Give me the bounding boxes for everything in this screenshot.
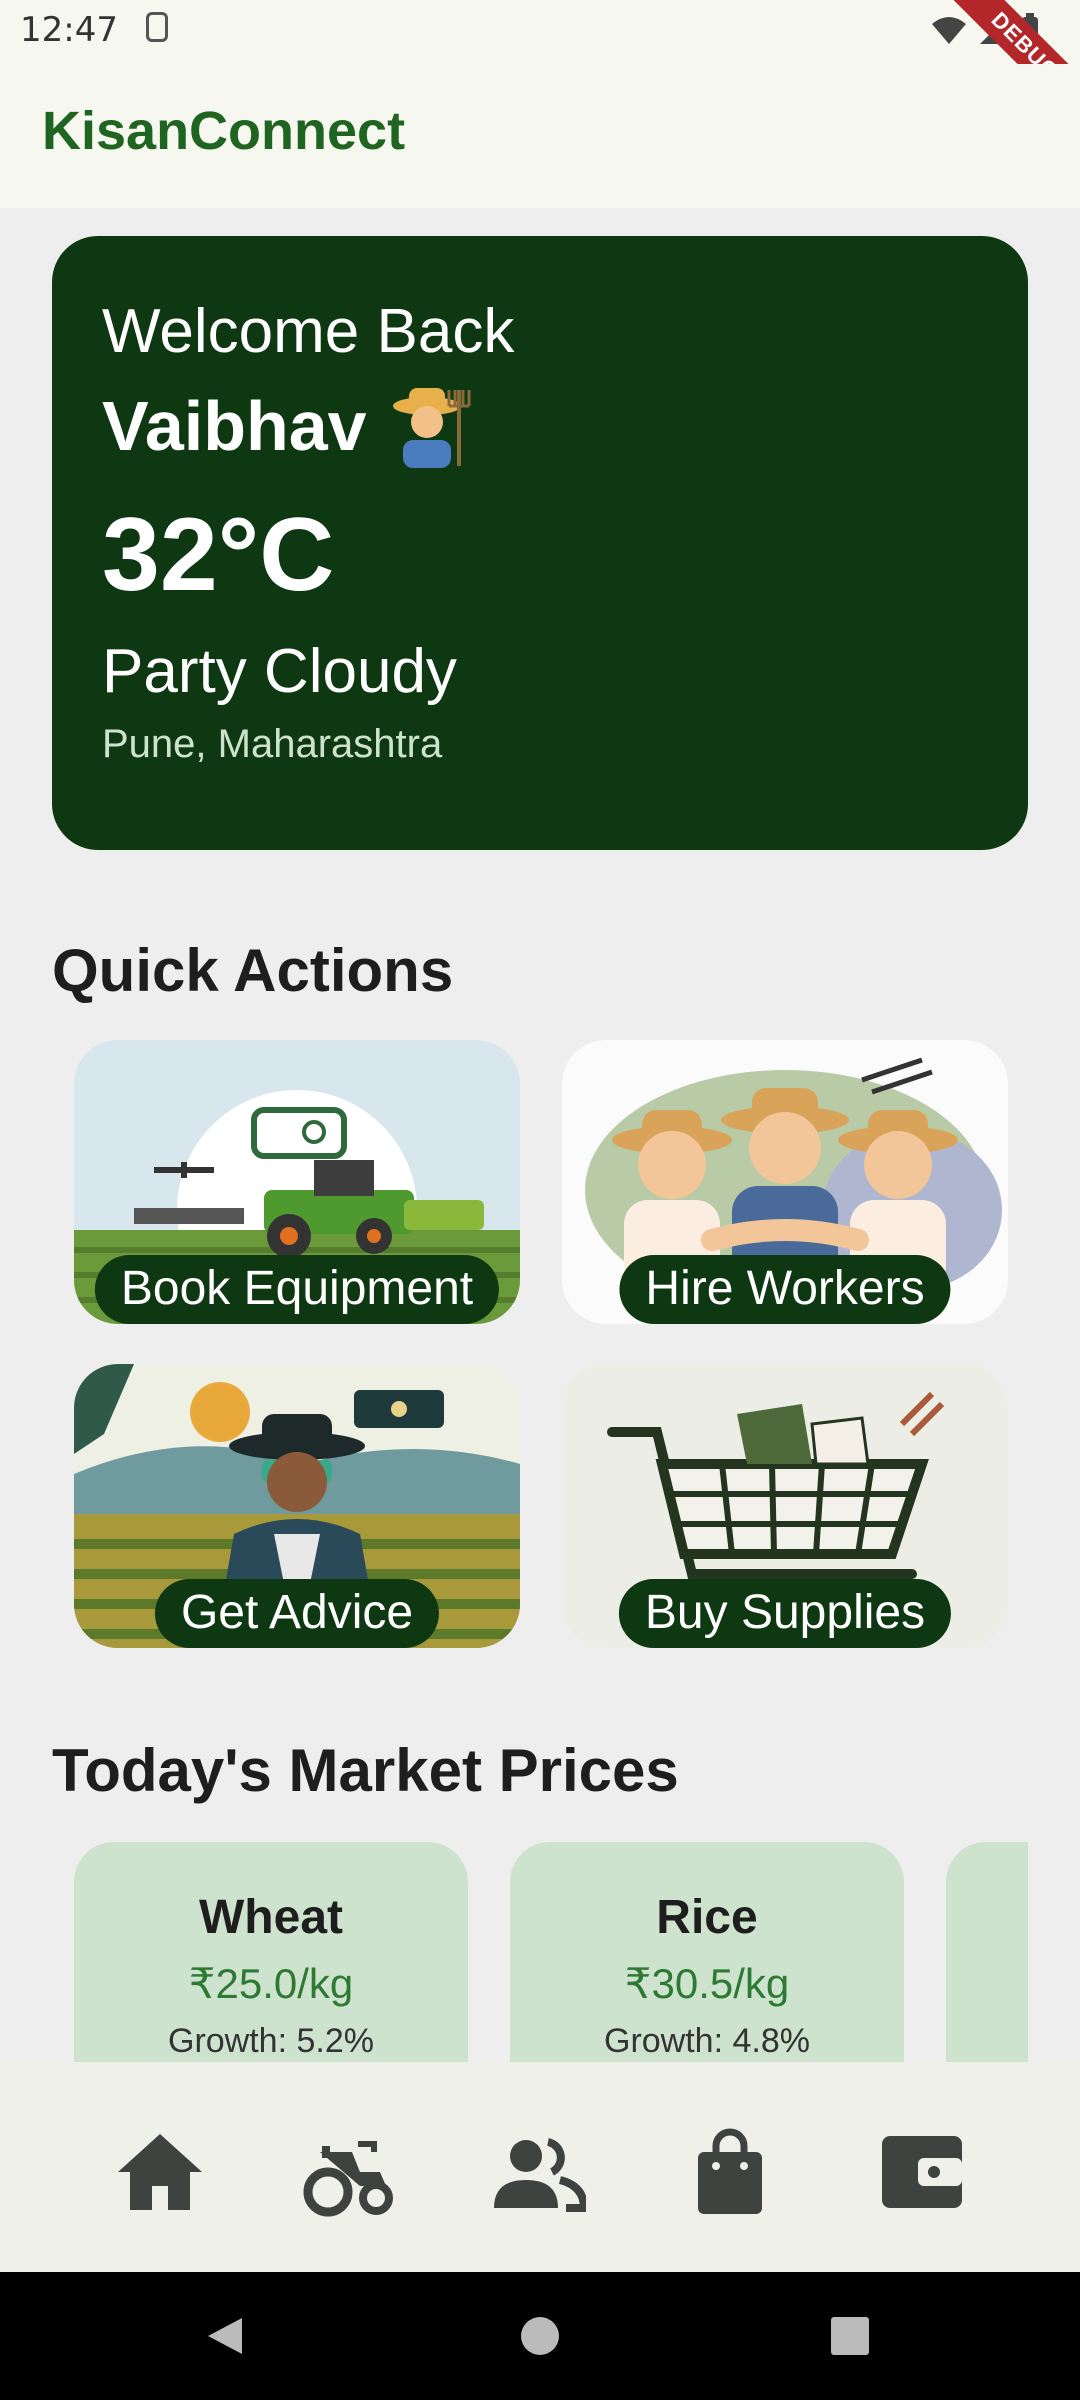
price-card-rice[interactable]: Rice ₹30.5/kg Growth: 4.8%	[510, 1842, 904, 2062]
sim-icon	[146, 12, 168, 42]
quick-actions-title: Quick Actions	[52, 937, 454, 1004]
book-equipment-label: Book Equipment	[94, 1255, 500, 1324]
recents-icon[interactable]	[830, 2316, 870, 2356]
user-greeting: Vaibhav	[102, 384, 477, 468]
book-equipment-card[interactable]: Book Equipment	[74, 1040, 520, 1324]
price-card-wheat[interactable]: Wheat ₹25.0/kg Growth: 5.2%	[74, 1842, 468, 2062]
weather-card: Welcome Back Vaibhav 32°C Party Cloudy P…	[52, 236, 1028, 850]
status-bar: 12:47 DEBUG	[0, 0, 1080, 141]
people-icon[interactable]	[490, 2124, 586, 2220]
get-advice-label: Get Advice	[154, 1579, 440, 1648]
location: Pune, Maharashtra	[102, 722, 443, 766]
buy-supplies-label: Buy Supplies	[618, 1579, 952, 1648]
back-icon[interactable]	[202, 2314, 246, 2358]
market-prices-title: Today's Market Prices	[52, 1737, 679, 1804]
crop-growth: Growth: 4.8%	[604, 2022, 810, 2060]
shopping-bag-icon[interactable]	[682, 2124, 778, 2220]
temperature: 32°C	[102, 497, 335, 613]
user-name: Vaibhav	[102, 387, 367, 465]
status-time: 12:47	[20, 10, 118, 50]
get-advice-card[interactable]: Get Advice	[74, 1364, 520, 1648]
system-navigation-bar	[0, 2272, 1080, 2400]
bottom-navigation	[0, 2062, 1080, 2272]
home-icon[interactable]	[112, 2124, 208, 2220]
app-title: KisanConnect	[42, 101, 406, 161]
hire-workers-label: Hire Workers	[619, 1255, 951, 1324]
welcome-text: Welcome Back	[102, 297, 515, 366]
wallet-icon[interactable]	[874, 2124, 970, 2220]
buy-supplies-card[interactable]: Buy Supplies	[562, 1364, 1008, 1648]
crop-growth: Growth: 5.2%	[168, 2022, 374, 2060]
tractor-icon[interactable]	[300, 2124, 396, 2220]
farmer-icon	[392, 388, 471, 468]
app-bar: KisanConnect	[0, 64, 1080, 208]
weather-condition: Party Cloudy	[102, 637, 457, 706]
crop-price: ₹30.5/kg	[624, 1960, 790, 2007]
hire-workers-card[interactable]: Hire Workers	[562, 1040, 1008, 1324]
crop-name: Rice	[656, 1891, 758, 1944]
price-card-partial[interactable]	[946, 1842, 1028, 2062]
crop-price: ₹25.0/kg	[188, 1960, 354, 2007]
wifi-icon	[932, 17, 966, 44]
home-circle-icon[interactable]	[520, 2316, 560, 2356]
crop-name: Wheat	[199, 1891, 343, 1944]
